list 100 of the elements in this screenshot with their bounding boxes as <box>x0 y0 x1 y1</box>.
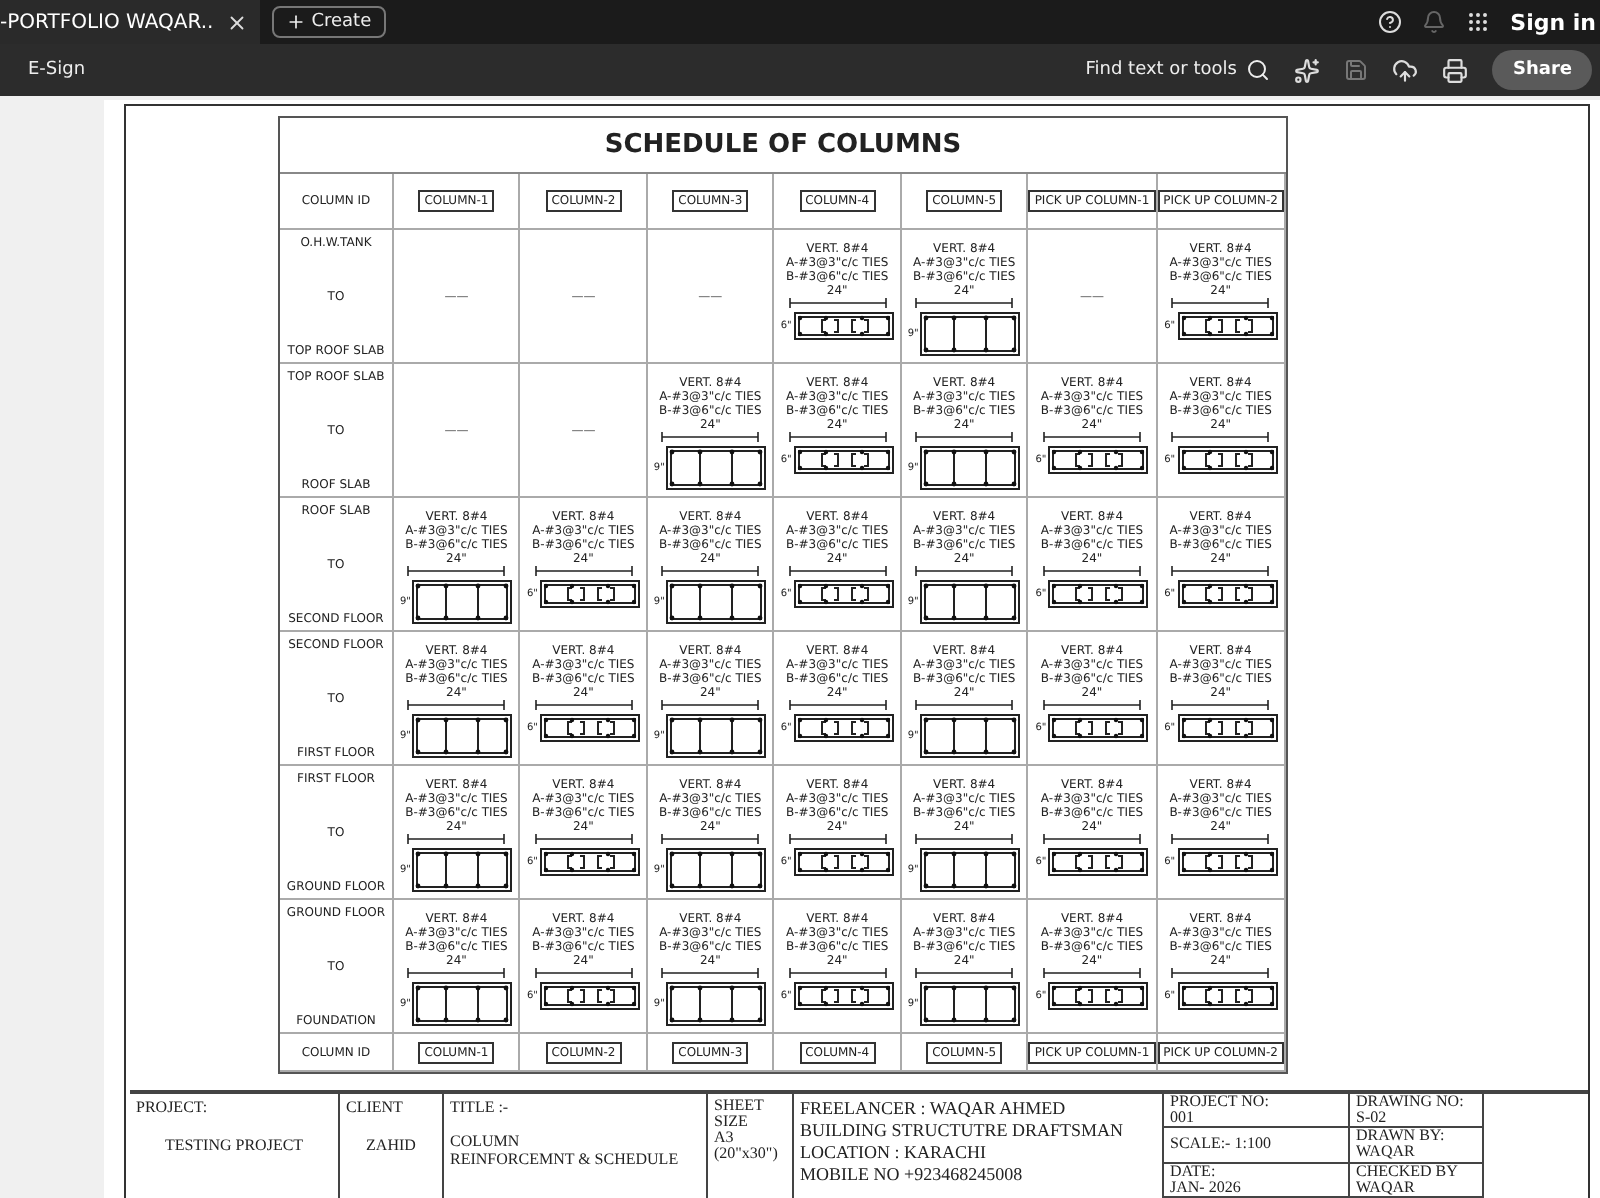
column-section-drawing <box>793 982 894 1010</box>
freelancer-info: LOCATION : KARACHI <box>800 1142 988 1164</box>
document-tab[interactable]: -PORTFOLIO WAQAR.. <box>0 0 260 44</box>
dimension-line <box>533 700 634 710</box>
column-section-drawing <box>666 848 767 892</box>
column-section-drawing <box>666 446 767 490</box>
upload-icon[interactable] <box>1392 57 1419 83</box>
info-value: 001 <box>1170 1110 1196 1127</box>
freelancer-info: BUILDING STRUCTUTRE DRAFTSMAN <box>800 1120 1126 1142</box>
info-value: JAN- 2026 <box>1170 1179 1243 1196</box>
dimension-line <box>1041 834 1142 844</box>
project-label: PROJECT: <box>136 1098 210 1116</box>
e-sign-button[interactable]: E-Sign <box>28 60 86 80</box>
column-section-drawing <box>793 848 894 876</box>
column-section-drawing <box>1177 848 1278 876</box>
dimension-line <box>1170 968 1271 978</box>
info-label: PROJECT NO: <box>1170 1094 1271 1111</box>
dimension-line <box>914 968 1015 978</box>
column-section-drawing <box>1048 982 1149 1010</box>
create-button[interactable]: Create <box>271 6 386 38</box>
column-section-drawing <box>666 982 767 1026</box>
column-section-drawing <box>793 580 894 608</box>
dimension-line <box>1041 700 1142 710</box>
sign-in-button[interactable]: Sign in <box>1510 9 1596 35</box>
drawing-title: COLUMN <box>450 1132 522 1150</box>
dimension-line <box>787 566 888 576</box>
info-value: WAQAR <box>1356 1179 1417 1196</box>
freelancer-info: FREELANCER : WAQAR AHMED <box>800 1098 1068 1120</box>
dimension-line <box>914 432 1015 442</box>
info-value: S-02 <box>1356 1110 1389 1127</box>
column-section-drawing <box>539 580 640 608</box>
print-icon[interactable] <box>1442 57 1469 83</box>
column-section-drawing <box>666 580 767 624</box>
column-section-drawing <box>920 580 1021 624</box>
column-section-drawing <box>539 982 640 1010</box>
column-section-drawing <box>1048 714 1149 742</box>
dimension-line <box>406 968 507 978</box>
client-label: CLIENT <box>346 1098 405 1116</box>
column-section-drawing <box>539 714 640 742</box>
save-icon[interactable] <box>1344 58 1369 82</box>
column-section-drawing <box>793 312 894 340</box>
client-name: ZAHID <box>366 1136 416 1154</box>
column-section-drawing <box>920 714 1021 758</box>
dimension-line <box>787 968 888 978</box>
dimension-line <box>914 834 1015 844</box>
column-section-drawing <box>412 848 513 892</box>
drawing-title: REINFORCEMNT & SCHEDULE <box>450 1150 681 1168</box>
dimension-line <box>1170 298 1271 308</box>
column-section-drawing <box>1177 714 1278 742</box>
find-tools-button[interactable]: Find text or tools <box>1085 58 1271 82</box>
apps-icon[interactable] <box>1466 10 1491 34</box>
info-label: DATE: <box>1170 1163 1218 1180</box>
column-section-drawing <box>412 580 513 624</box>
dimension-line <box>533 834 634 844</box>
dimension-line <box>914 566 1015 576</box>
dimension-line <box>660 834 761 844</box>
dimension-line <box>406 700 507 710</box>
dimension-line <box>660 432 761 442</box>
dimension-line <box>1041 432 1142 442</box>
dimension-line <box>660 968 761 978</box>
column-section-drawing <box>793 714 894 742</box>
search-icon <box>1246 58 1271 82</box>
dimension-line <box>787 834 888 844</box>
column-section-drawing <box>920 312 1021 356</box>
column-section-drawing <box>412 982 513 1026</box>
column-section-drawing <box>1177 580 1278 608</box>
column-section-drawing <box>412 714 513 758</box>
column-section-drawing <box>539 848 640 876</box>
info-value: WAQAR <box>1356 1144 1417 1161</box>
column-section-drawing <box>1048 446 1149 474</box>
dimension-line <box>660 700 761 710</box>
dimension-line <box>787 432 888 442</box>
dimension-line <box>1170 432 1271 442</box>
dimension-line <box>1041 968 1142 978</box>
help-icon[interactable] <box>1378 10 1403 34</box>
sparkle-icon[interactable] <box>1294 57 1321 83</box>
title-label: TITLE :- <box>450 1098 511 1116</box>
dimension-line <box>533 566 634 576</box>
schedule-title: SCHEDULE OF COLUMNS <box>280 118 1286 174</box>
bell-icon[interactable] <box>1422 10 1447 34</box>
plus-icon <box>285 12 306 32</box>
sheet-size-text: SIZE <box>714 1114 750 1130</box>
info-label: DRAWING NO: <box>1356 1094 1466 1111</box>
sheet-size-text: SHEET <box>714 1098 766 1114</box>
close-icon[interactable] <box>225 11 248 33</box>
column-section-drawing <box>920 848 1021 892</box>
dimension-line <box>914 298 1015 308</box>
info-label: CHECKED BY <box>1356 1163 1460 1180</box>
info-label: SCALE:- 1:100 <box>1170 1136 1273 1153</box>
column-section-drawing <box>920 446 1021 490</box>
column-section-drawing <box>793 446 894 474</box>
column-section-drawing <box>1177 312 1278 340</box>
dimension-line <box>660 566 761 576</box>
dimension-line <box>406 566 507 576</box>
column-section-drawing <box>666 714 767 758</box>
sheet-size-text: (20"x30") <box>714 1146 780 1162</box>
column-section-drawing <box>1048 580 1149 608</box>
column-section-drawing <box>1177 446 1278 474</box>
dimension-line <box>914 700 1015 710</box>
share-button[interactable]: Share <box>1492 50 1592 90</box>
